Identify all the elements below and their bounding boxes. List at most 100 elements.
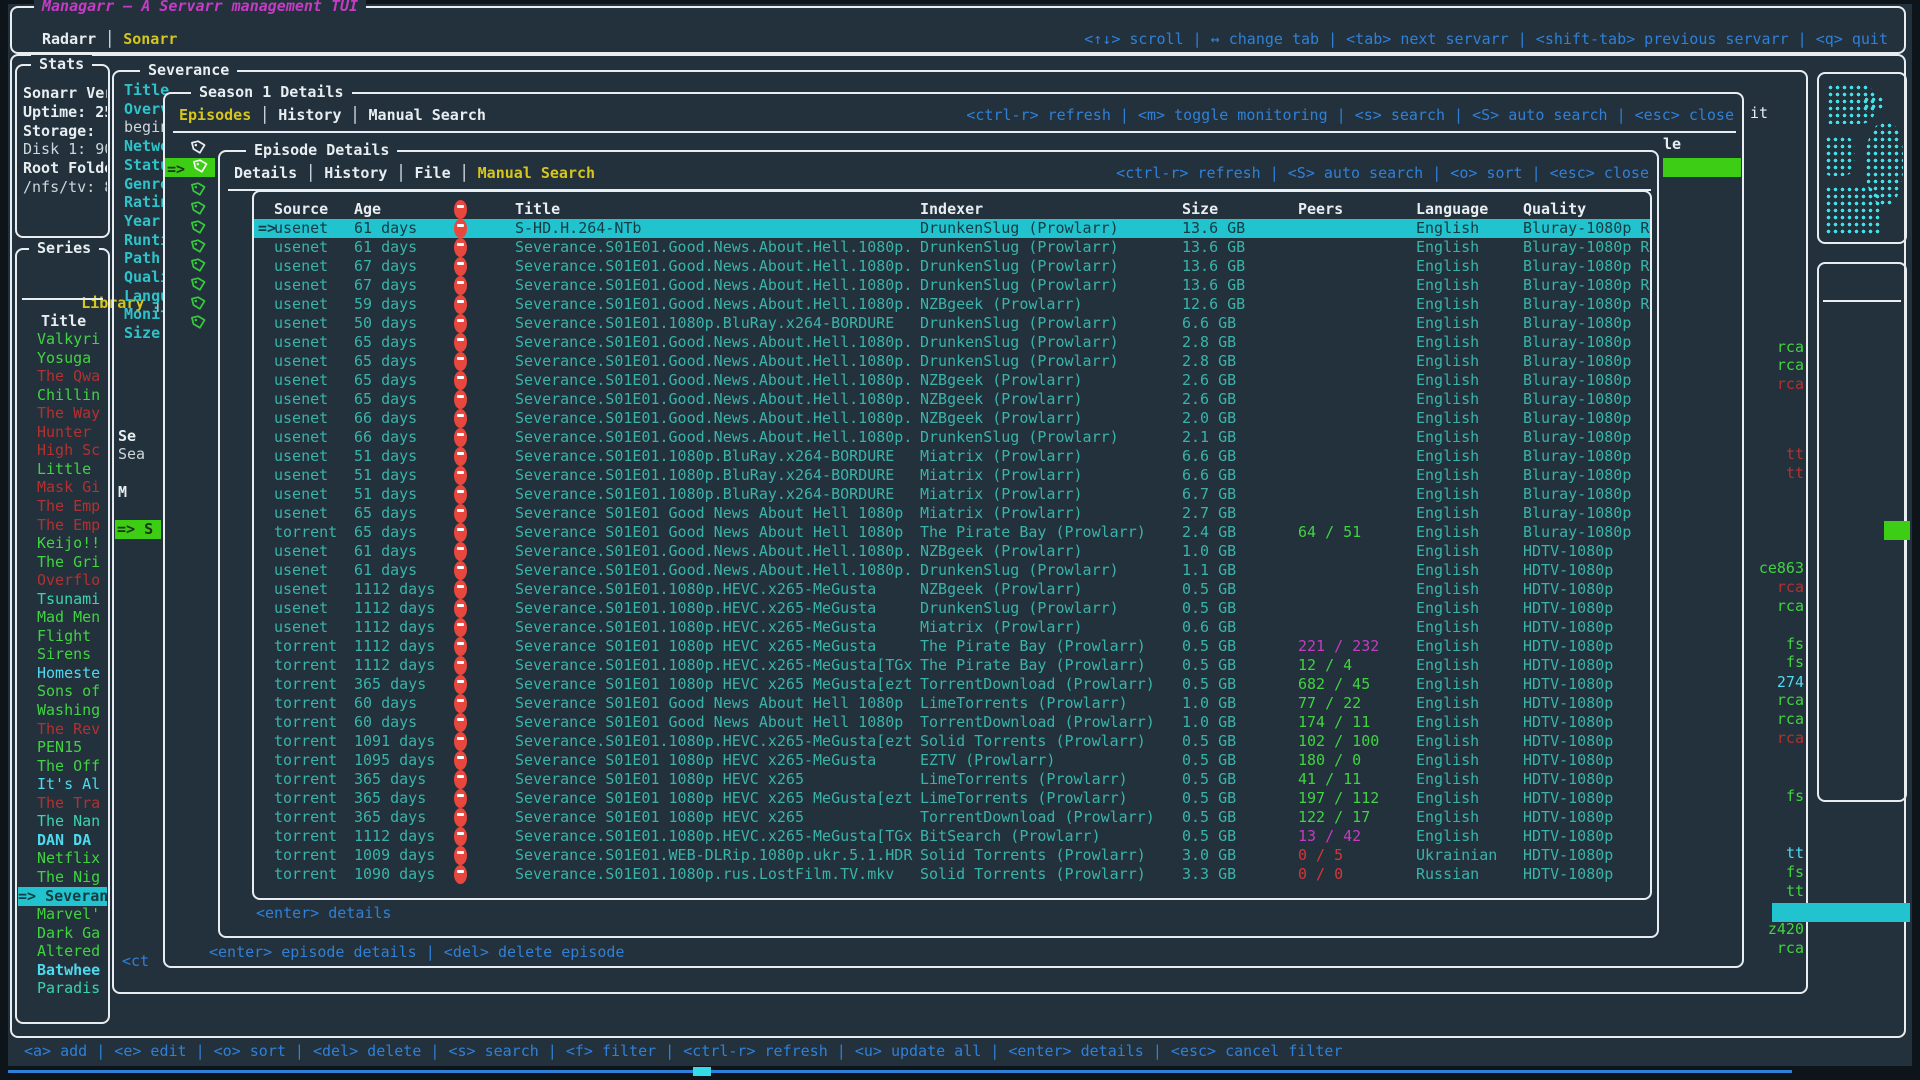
search-result-row[interactable]: torrent1009 daysSeverance.S01E01.WEB-DLR…: [254, 846, 1650, 865]
search-result-row[interactable]: usenet65 daysSeverance.S01E01.Good.News.…: [254, 371, 1650, 390]
episode-tab-manual-search[interactable]: Manual Search: [478, 164, 595, 182]
series-item[interactable]: The Nan: [37, 812, 103, 831]
search-result-row[interactable]: usenet50 daysSeverance.S01E01.1080p.BluR…: [254, 314, 1650, 333]
search-result-row[interactable]: usenet67 daysSeverance.S01E01.Good.News.…: [254, 257, 1650, 276]
result-language: English: [1416, 485, 1521, 504]
stat-line: Root Folde: [23, 159, 107, 178]
series-item[interactable]: Altered: [37, 942, 103, 961]
tab-radarr[interactable]: Radarr: [42, 30, 96, 48]
search-result-row[interactable]: usenet61 daysSeverance.S01E01.Good.News.…: [254, 238, 1650, 257]
result-quality: Bluray-1080p Re: [1523, 257, 1652, 276]
search-result-row[interactable]: torrent365 daysSeverance S01E01 1080p HE…: [254, 675, 1650, 694]
series-item[interactable]: Flight: [37, 627, 103, 646]
search-result-row[interactable]: usenet51 daysSeverance.S01E01.1080p.BluR…: [254, 447, 1650, 466]
search-result-row[interactable]: torrent1091 daysSeverance.S01E01.1080p.H…: [254, 732, 1650, 751]
selected-season-row-fragment: => S: [115, 520, 161, 539]
series-item[interactable]: The Gri: [37, 553, 103, 572]
series-item[interactable]: Tsunami: [37, 590, 103, 609]
series-item[interactable]: The Off: [37, 757, 103, 776]
series-item[interactable]: Chillin: [37, 386, 103, 405]
series-item[interactable]: Overflo: [37, 571, 103, 590]
search-result-row[interactable]: usenet51 daysSeverance.S01E01.1080p.BluR…: [254, 485, 1650, 504]
season-tab-manual-search[interactable]: Manual Search: [369, 106, 486, 124]
episode-tab-history[interactable]: History: [324, 164, 387, 182]
search-result-row[interactable]: =>usenet61 daysS-HD.H.264-NTbDrunkenSlug…: [254, 219, 1650, 238]
season-tab-episodes[interactable]: Episodes: [179, 106, 251, 124]
series-item[interactable]: The Rev: [37, 720, 103, 739]
result-source: usenet: [274, 219, 352, 238]
result-quality: HDTV-1080p: [1523, 580, 1652, 599]
search-result-row[interactable]: torrent365 daysSeverance S01E01 1080p HE…: [254, 789, 1650, 808]
episode-tab-file[interactable]: File: [415, 164, 451, 182]
series-item[interactable]: Batwhee: [37, 961, 103, 980]
search-result-row[interactable]: torrent60 daysSeverance S01E01 Good News…: [254, 694, 1650, 713]
series-item[interactable]: PEN15: [37, 738, 103, 757]
library-row-fragment: fs: [1786, 787, 1804, 805]
servarr-tabs: Radarr│Sonarr: [42, 30, 177, 48]
no-entry-icon: [454, 580, 467, 599]
series-item[interactable]: It's Al: [37, 775, 103, 794]
result-rejected: [454, 846, 474, 865]
result-source: usenet: [274, 295, 352, 314]
search-result-row[interactable]: torrent365 daysSeverance S01E01 1080p HE…: [254, 808, 1650, 827]
series-item[interactable]: Mask Gi: [37, 478, 103, 497]
search-result-row[interactable]: torrent60 daysSeverance S01E01 Good News…: [254, 713, 1650, 732]
series-item[interactable]: Paradis: [37, 979, 103, 998]
series-item[interactable]: Mad Men: [37, 608, 103, 627]
search-result-row[interactable]: torrent1095 daysSeverance S01E01 1080p H…: [254, 751, 1650, 770]
search-result-row[interactable]: usenet1112 daysSeverance.S01E01.1080p.HE…: [254, 618, 1650, 637]
search-result-row[interactable]: usenet51 daysSeverance.S01E01.1080p.BluR…: [254, 466, 1650, 485]
result-quality: HDTV-1080p: [1523, 599, 1652, 618]
series-item[interactable]: The Nig: [37, 868, 103, 887]
series-item[interactable]: Netflix: [37, 849, 103, 868]
series-item[interactable]: Hunter: [37, 423, 103, 442]
result-quality: HDTV-1080p: [1523, 675, 1652, 694]
series-item[interactable]: Sirens: [37, 645, 103, 664]
result-language: English: [1416, 599, 1521, 618]
series-item[interactable]: The Emp: [37, 516, 103, 535]
tab-sonarr[interactable]: Sonarr: [123, 30, 177, 48]
search-result-row[interactable]: usenet65 daysSeverance.S01E01.Good.News.…: [254, 352, 1650, 371]
episode-tab-details[interactable]: Details: [234, 164, 297, 182]
result-language: English: [1416, 732, 1521, 751]
search-result-row[interactable]: usenet67 daysSeverance.S01E01.Good.News.…: [254, 276, 1650, 295]
series-item[interactable]: Little: [37, 460, 103, 479]
series-item[interactable]: Yosuga: [37, 349, 103, 368]
result-title: Severance S01E01 Good News About Hell 10…: [515, 504, 918, 523]
series-item[interactable]: The Way: [37, 404, 103, 423]
search-result-row[interactable]: usenet1112 daysSeverance.S01E01.1080p.HE…: [254, 599, 1650, 618]
search-result-row[interactable]: usenet66 daysSeverance.S01E01.Good.News.…: [254, 409, 1650, 428]
search-result-row[interactable]: torrent1112 daysSeverance.S01E01.1080p.H…: [254, 827, 1650, 846]
series-item[interactable]: Washing: [37, 701, 103, 720]
series-item[interactable]: The Qwa: [37, 367, 103, 386]
result-size: 2.6 GB: [1182, 390, 1292, 409]
search-result-row[interactable]: torrent1112 daysSeverance S01E01 1080p H…: [254, 637, 1650, 656]
series-item[interactable]: High Sc: [37, 441, 103, 460]
search-result-row[interactable]: torrent65 daysSeverance S01E01 Good News…: [254, 523, 1650, 542]
result-indexer: Miatrix (Prowlarr): [920, 504, 1180, 523]
series-item[interactable]: Keijo!!: [37, 534, 103, 553]
episode-tag-icon: [192, 238, 206, 254]
search-result-row[interactable]: usenet65 daysSeverance.S01E01.Good.News.…: [254, 333, 1650, 352]
search-result-row[interactable]: usenet65 daysSeverance.S01E01.Good.News.…: [254, 390, 1650, 409]
series-item[interactable]: Valkyri: [37, 330, 103, 349]
series-item[interactable]: The Tra: [37, 794, 103, 813]
search-result-row[interactable]: torrent1112 daysSeverance.S01E01.1080p.H…: [254, 656, 1650, 675]
search-result-row[interactable]: torrent365 daysSeverance S01E01 1080p HE…: [254, 770, 1650, 789]
search-result-row[interactable]: usenet59 daysSeverance.S01E01.Good.News.…: [254, 295, 1650, 314]
result-age: 365 days: [354, 789, 452, 808]
search-result-row[interactable]: usenet1112 daysSeverance.S01E01.1080p.HE…: [254, 580, 1650, 599]
series-item[interactable]: DAN DA: [37, 831, 103, 850]
series-item[interactable]: Sons of: [37, 682, 103, 701]
series-item-selected[interactable]: => Severan: [18, 887, 107, 906]
series-item[interactable]: Marvel': [37, 905, 103, 924]
search-result-row[interactable]: usenet61 daysSeverance.S01E01.Good.News.…: [254, 542, 1650, 561]
series-item[interactable]: The Emp: [37, 497, 103, 516]
season-tab-history[interactable]: History: [278, 106, 341, 124]
search-result-row[interactable]: usenet61 daysSeverance.S01E01.Good.News.…: [254, 561, 1650, 580]
search-result-row[interactable]: torrent1090 daysSeverance.S01E01.1080p.r…: [254, 865, 1650, 884]
series-item[interactable]: Homeste: [37, 664, 103, 683]
search-result-row[interactable]: usenet65 daysSeverance S01E01 Good News …: [254, 504, 1650, 523]
series-item[interactable]: Dark Ga: [37, 924, 103, 943]
search-result-row[interactable]: usenet66 daysSeverance.S01E01.Good.News.…: [254, 428, 1650, 447]
